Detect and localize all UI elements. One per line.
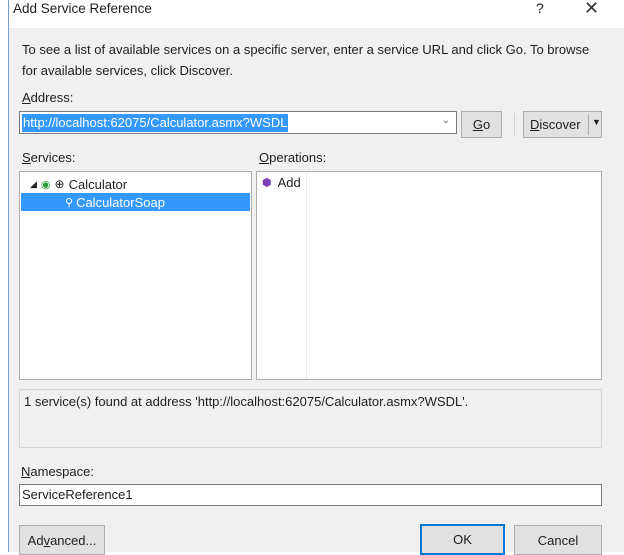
- status-text: 1 service(s) found at address 'http://lo…: [24, 394, 469, 409]
- operation-label: Add: [277, 175, 301, 190]
- chevron-down-icon[interactable]: ⌄: [442, 115, 450, 126]
- globe-icon: ⊕: [54, 177, 65, 191]
- divider: [514, 113, 515, 136]
- expand-triangle-icon[interactable]: ◢: [30, 179, 37, 190]
- tree-node-label: Calculator: [68, 176, 128, 192]
- title-bar: Add Service Reference ? ✕: [9, 0, 624, 28]
- services-tree[interactable]: ◢ ◉ ⊕ Calculator ⚲ CalculatorSoap: [19, 171, 252, 380]
- ok-button[interactable]: OK: [420, 524, 505, 555]
- namespace-value[interactable]: ServiceReference1: [22, 487, 133, 502]
- tree-node-label: CalculatorSoap: [76, 194, 165, 210]
- services-label: Services:: [22, 150, 76, 165]
- status-box: 1 service(s) found at address 'http://lo…: [19, 389, 602, 448]
- help-button[interactable]: ?: [536, 0, 544, 16]
- description-line: To see a list of available services on a…: [22, 42, 590, 57]
- description: To see a list of available services on a…: [22, 39, 589, 81]
- method-icon: ⬢: [262, 177, 272, 189]
- address-combobox[interactable]: http://localhost:62075/Calculator.asmx?W…: [19, 111, 457, 134]
- add-service-reference-dialog: Add Service Reference ? ✕ To see a list …: [9, 0, 624, 555]
- namespace-label: Namespace:: [21, 464, 94, 479]
- cancel-button[interactable]: Cancel: [514, 525, 602, 555]
- service-icon: ◉: [40, 178, 51, 191]
- endpoint-icon: ⚲: [65, 196, 74, 209]
- close-button[interactable]: ✕: [584, 0, 599, 19]
- go-button[interactable]: Go: [461, 111, 502, 138]
- operations-label: Operations:: [259, 150, 327, 165]
- operations-list[interactable]: ⬢ Add: [256, 171, 602, 380]
- address-input-value[interactable]: http://localhost:62075/Calculator.asmx?W…: [22, 114, 289, 132]
- tree-node-calculatorsoap[interactable]: ⚲ CalculatorSoap: [21, 193, 250, 211]
- dropdown-arrow-icon[interactable]: ▼: [592, 117, 601, 127]
- operation-item[interactable]: ⬢ Add: [262, 175, 301, 190]
- tree-node-calculator[interactable]: ◢ ◉ ⊕ Calculator: [30, 175, 127, 193]
- description-line: for available services, click Discover.: [22, 63, 233, 78]
- namespace-input[interactable]: ServiceReference1: [19, 484, 602, 506]
- discover-button[interactable]: Discover ▼: [523, 111, 602, 138]
- address-label: Address:: [22, 90, 74, 105]
- background-window: [0, 0, 9, 552]
- advanced-button[interactable]: Ad v anced...: [19, 525, 105, 555]
- column-divider: [306, 172, 307, 379]
- split-divider: [588, 114, 589, 135]
- dialog-title: Add Service Reference: [13, 1, 152, 16]
